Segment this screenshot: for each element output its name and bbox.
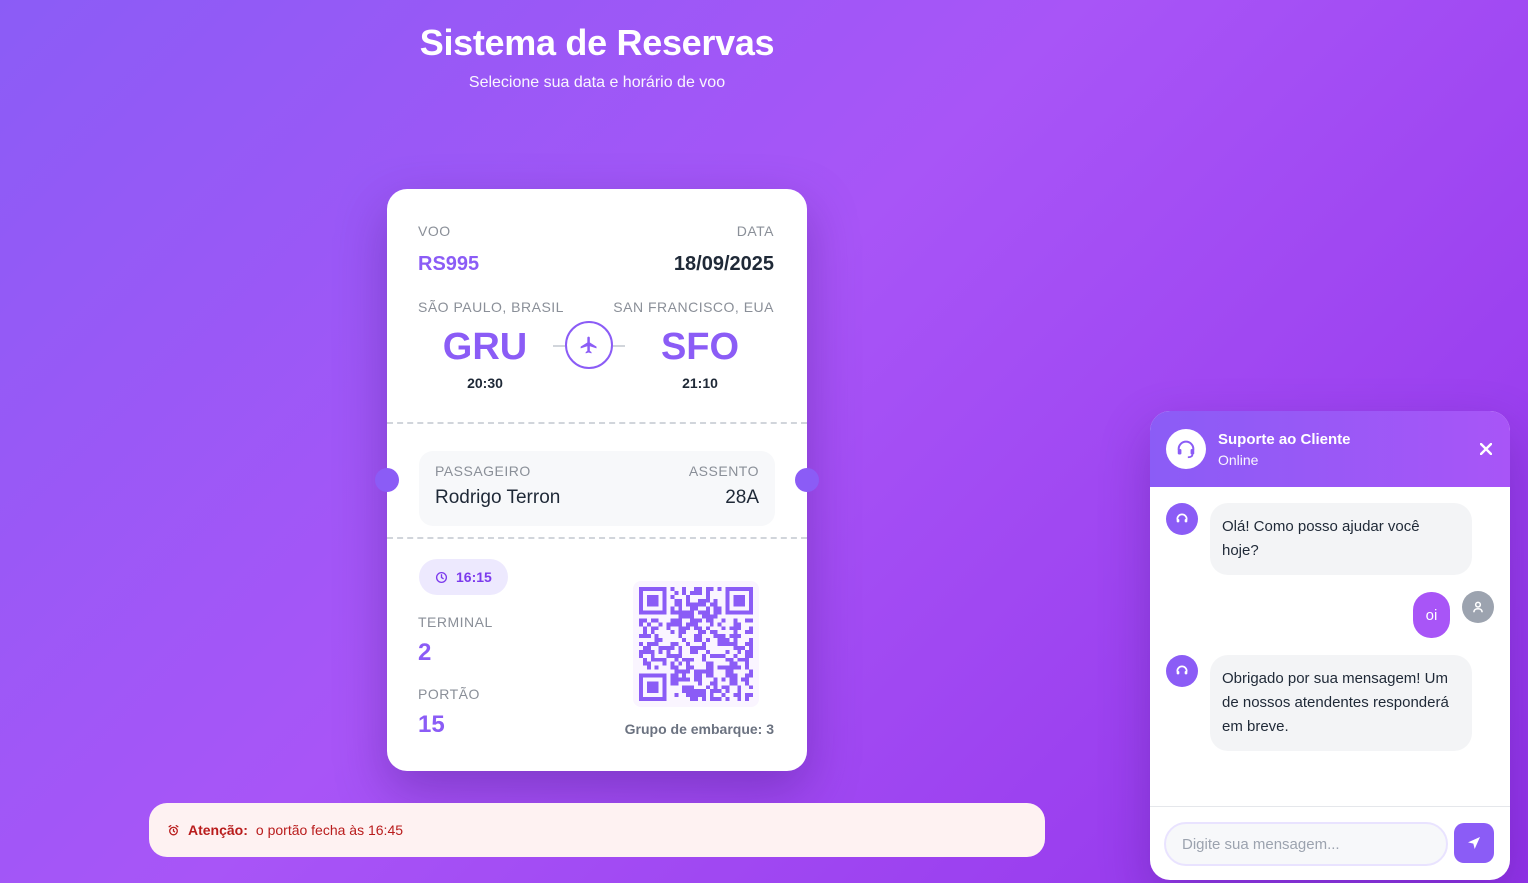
ticket-perforation-bottom — [387, 537, 807, 539]
seat-label: ASSENTO — [688, 463, 759, 479]
alert-strong: Atenção: — [188, 822, 248, 838]
chat-message-user: oi — [1413, 592, 1450, 638]
origin-code: GRU — [442, 326, 528, 368]
chat-messages: Olá! Como posso ajudar você hoje? oi Obr… — [1150, 487, 1510, 806]
ticket-notch-left — [375, 468, 399, 492]
date-label: DATA — [736, 223, 774, 239]
chat-message-input[interactable] — [1164, 822, 1448, 866]
terminal-label: TERMINAL — [418, 614, 493, 630]
passenger-name: Rodrigo Terron — [435, 487, 561, 508]
headset-icon — [1166, 429, 1206, 469]
plane-icon — [565, 321, 613, 369]
gate-number: 15 — [418, 711, 445, 738]
route-cities-row: SÃO PAULO, BRASIL SAN FRANCISCO, EUA — [418, 299, 774, 315]
clock-icon — [435, 571, 448, 583]
flight-info-row: VOO RS995 DATA 18/09/2025 — [418, 223, 774, 276]
alarm-clock-icon — [168, 824, 179, 835]
ticket-perforation-top — [387, 422, 807, 424]
close-chat-button[interactable] — [1479, 439, 1493, 457]
chat-message-bot: Obrigado por sua mensagem! Um de nossos … — [1210, 655, 1472, 751]
alert-text: o portão fecha às 16:45 — [255, 822, 404, 838]
seat-number: 28A — [725, 487, 759, 508]
chat-header: Suporte ao Cliente Online — [1150, 411, 1510, 487]
chat-footer — [1150, 806, 1510, 880]
passenger-label: PASSAGEIRO — [435, 463, 531, 479]
qr-code — [633, 581, 759, 707]
user-message-text: oi — [1425, 606, 1438, 624]
send-icon — [1468, 837, 1480, 849]
flight-date: 18/09/2025 — [673, 253, 774, 275]
close-icon — [1479, 442, 1493, 456]
page-subtitle: Selecione sua data e horário de voo — [468, 74, 726, 91]
send-message-button[interactable] — [1454, 823, 1494, 863]
passenger-box: PASSAGEIRO ASSENTO Rodrigo Terron 28A — [419, 451, 775, 526]
arrival-time: 21:10 — [682, 375, 718, 391]
route-line-right — [613, 345, 625, 347]
bot-avatar-headset-icon — [1166, 503, 1198, 535]
origin-city: SÃO PAULO, BRASIL — [418, 299, 564, 315]
chat-status: Online — [1218, 451, 1259, 468]
boarding-time-badge: 16:15 — [419, 559, 508, 595]
gate-label: PORTÃO — [418, 686, 480, 702]
ticket-notch-right — [795, 468, 819, 492]
gate-alert: Atenção: o portão fecha às 16:45 — [149, 803, 1045, 857]
destination-code: SFO — [660, 326, 740, 368]
boarding-time: 16:15 — [456, 569, 492, 585]
user-avatar-icon — [1462, 591, 1494, 623]
flight-label: VOO — [418, 223, 451, 239]
page-title: Sistema de Reservas — [419, 22, 775, 63]
destination-city: SAN FRANCISCO, EUA — [613, 299, 774, 315]
chat-title: Suporte ao Cliente — [1218, 430, 1351, 448]
support-chat-widget: Suporte ao Cliente Online Olá! Como poss… — [1150, 411, 1510, 880]
boarding-pass: VOO RS995 DATA 18/09/2025 SÃO PAULO, BRA… — [375, 189, 819, 771]
route-line-left — [553, 345, 565, 347]
boarding-group: Grupo de embarque: 3 — [624, 721, 774, 737]
terminal-number: 2 — [418, 639, 432, 666]
departure-time: 20:30 — [467, 375, 503, 391]
flight-number: RS995 — [418, 253, 480, 275]
page-header: Sistema de Reservas Selecione sua data e… — [390, 22, 804, 92]
chat-message-bot: Olá! Como posso ajudar você hoje? — [1210, 503, 1472, 575]
bot-avatar-headset-icon — [1166, 655, 1198, 687]
